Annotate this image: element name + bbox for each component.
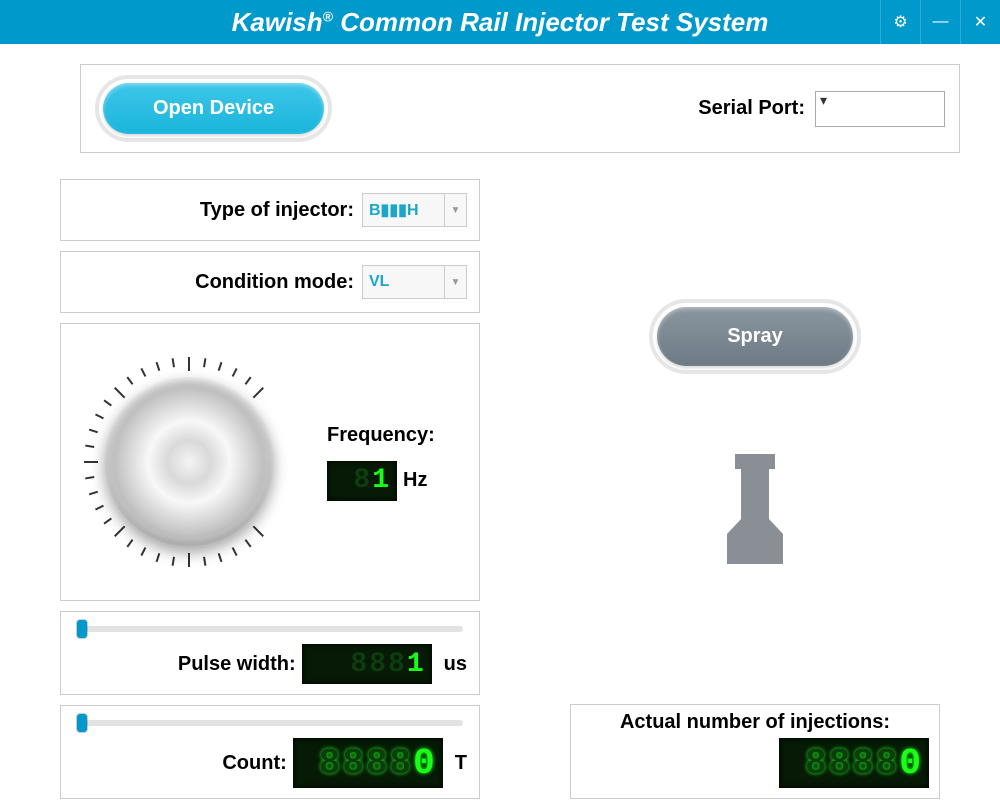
count-slider[interactable] xyxy=(77,720,463,726)
chevron-down-icon: ▼ xyxy=(444,194,466,226)
window-controls: ⚙ — ✕ xyxy=(880,0,1000,44)
injector-icon xyxy=(570,454,940,584)
frequency-label: Frequency: xyxy=(327,424,435,447)
app-title: Kawish® Common Rail Injector Test System xyxy=(232,7,769,38)
injector-type-select[interactable]: B▮▮▮H ▼ xyxy=(362,193,467,227)
close-button[interactable]: ✕ xyxy=(960,0,1000,44)
title-bar: Kawish® Common Rail Injector Test System… xyxy=(0,0,1000,44)
count-label: Count: xyxy=(222,752,286,775)
actual-injections-label: Actual number of injections: xyxy=(581,711,929,734)
serial-port-label: Serial Port: xyxy=(698,97,805,120)
injector-type-value: B▮▮▮H xyxy=(369,200,419,220)
settings-button[interactable]: ⚙ xyxy=(880,0,920,44)
minimize-button[interactable]: — xyxy=(920,0,960,44)
injector-type-label: Type of injector: xyxy=(200,199,354,222)
spray-button[interactable]: Spray xyxy=(649,299,861,374)
count-unit: T xyxy=(455,752,467,775)
frequency-unit: Hz xyxy=(403,469,427,492)
condition-mode-select[interactable]: VL ▼ xyxy=(362,265,467,299)
open-device-label: Open Device xyxy=(103,83,324,134)
chevron-down-icon: ▼ xyxy=(444,266,466,298)
open-device-button[interactable]: Open Device xyxy=(95,75,332,142)
pulse-width-panel: Pulse width: 8881 us xyxy=(60,611,480,695)
serial-port-select[interactable]: ▾ xyxy=(815,91,945,127)
injector-type-panel: Type of injector: B▮▮▮H ▼ xyxy=(60,179,480,241)
pulse-width-label: Pulse width: xyxy=(178,653,296,676)
count-display: 88880 xyxy=(293,738,443,788)
top-row: Open Device Serial Port: ▾ xyxy=(80,64,960,153)
frequency-panel: Frequency: 81 Hz xyxy=(60,323,480,601)
actual-injections-display: 88880 xyxy=(779,738,929,788)
count-panel: Count: 88880 T xyxy=(60,705,480,799)
pulse-width-unit: us xyxy=(444,653,467,676)
spray-label: Spray xyxy=(657,307,853,366)
actual-injections-panel: Actual number of injections: 88880 xyxy=(570,704,940,799)
condition-mode-panel: Condition mode: VL ▼ xyxy=(60,251,480,313)
pulse-width-display: 8881 xyxy=(302,644,432,684)
frequency-knob[interactable] xyxy=(69,342,309,582)
pulse-width-slider[interactable] xyxy=(77,626,463,632)
frequency-display: 81 xyxy=(327,461,397,501)
condition-mode-value: VL xyxy=(369,273,389,291)
condition-mode-label: Condition mode: xyxy=(195,271,354,294)
